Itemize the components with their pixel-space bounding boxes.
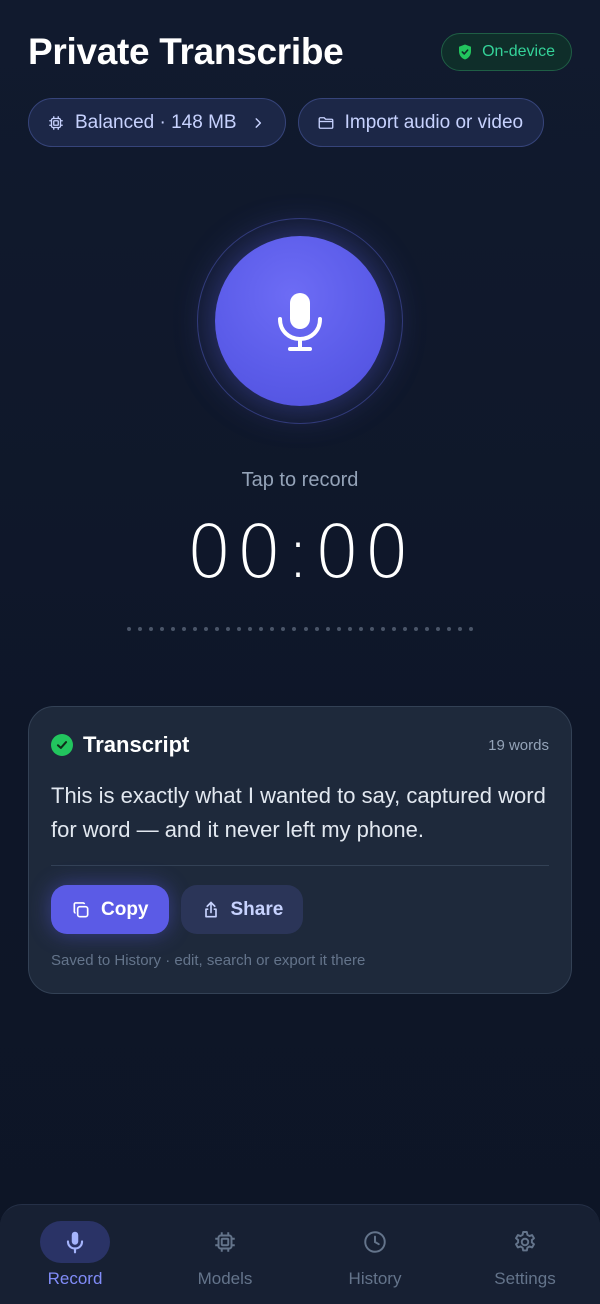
copy-label: Copy: [101, 898, 149, 920]
chip-icon: [49, 115, 63, 130]
waveform-dot: [215, 627, 220, 631]
share-button[interactable]: Share: [180, 885, 304, 934]
nav-item-models[interactable]: Models: [165, 1221, 285, 1289]
record-timer: 00:00: [186, 510, 414, 594]
shield-check-icon: [459, 44, 472, 60]
waveform-dot: [204, 627, 209, 631]
transcript-text[interactable]: This is exactly what I wanted to say, ca…: [51, 779, 549, 847]
nav-label-history: History: [348, 1269, 402, 1288]
bottom-nav: Record Models History Settings: [0, 1204, 600, 1304]
import-chip-label: Import audio or video: [344, 111, 524, 133]
waveform-dot: [435, 627, 440, 631]
share-icon: [204, 901, 217, 917]
saved-note: Saved to History · edit, search or expor…: [51, 952, 366, 969]
waveform-dot: [424, 627, 429, 631]
transcript-card: Transcript 19 words This is exactly what…: [28, 706, 572, 994]
waveform-dot: [160, 627, 165, 631]
waveform-dot: [413, 627, 418, 631]
nav-icon-wrap: [190, 1221, 260, 1263]
waveform-dot: [303, 627, 308, 631]
folder-icon: [318, 116, 334, 129]
nav-icon-wrap: [340, 1221, 410, 1263]
nav-label-models: Models: [197, 1269, 253, 1288]
waveform-dot: [226, 627, 231, 631]
waveform-dot: [468, 627, 473, 631]
nav-item-record[interactable]: Record: [15, 1221, 135, 1289]
waveform-dot: [248, 627, 253, 631]
nav-item-settings[interactable]: Settings: [465, 1221, 585, 1289]
waveform-dot: [281, 627, 286, 631]
waveform-dot: [446, 627, 451, 631]
header: Private Transcribe On-device: [28, 30, 572, 74]
nav-label-record: Record: [47, 1269, 103, 1288]
waveform-dot: [259, 627, 264, 631]
transcript-header: Transcript 19 words: [51, 731, 549, 759]
model-chip[interactable]: Balanced · 148 MB: [28, 98, 286, 147]
record-hint: Tap to record: [241, 469, 359, 491]
mic-ring: [197, 218, 403, 424]
import-chip[interactable]: Import audio or video: [297, 98, 545, 147]
badge-label: On-device: [482, 43, 555, 60]
waveform-dot: [193, 627, 198, 631]
waveform-dot: [402, 627, 407, 631]
transcript-title-wrap: Transcript: [51, 732, 189, 758]
divider: [51, 865, 549, 866]
model-chip-label: Balanced · 148 MB: [75, 111, 237, 133]
waveform-dot: [138, 627, 143, 631]
mic-icon: [278, 293, 322, 351]
waveform-dot: [347, 627, 352, 631]
waveform-dot: [336, 627, 341, 631]
chevron-right-icon: [255, 117, 261, 128]
nav-label-settings: Settings: [494, 1269, 556, 1288]
waveform-dot: [457, 627, 462, 631]
waveform-dot: [325, 627, 330, 631]
chip-row: Balanced · 148 MB Import audio or video: [28, 98, 545, 147]
waveform-dot: [369, 627, 374, 631]
nav-item-history[interactable]: History: [315, 1221, 435, 1289]
waveform-dot: [270, 627, 275, 631]
gear-icon: [515, 1231, 535, 1252]
mic-icon: [66, 1231, 84, 1254]
waveform-dot: [237, 627, 242, 631]
waveform-dot: [127, 627, 131, 631]
nav-icon-wrap: [490, 1221, 560, 1263]
nav-icon-wrap: [40, 1221, 110, 1263]
waveform-dot: [391, 627, 396, 631]
on-device-badge: On-device: [441, 33, 572, 71]
copy-icon: [73, 901, 89, 917]
clock-icon: [364, 1231, 386, 1253]
app-title: Private Transcribe: [28, 31, 344, 72]
waveform-dot: [182, 627, 187, 631]
waveform-dot: [380, 627, 385, 631]
waveform-dot: [314, 627, 319, 631]
record-button[interactable]: [215, 236, 385, 406]
waveform-dot: [171, 627, 176, 631]
word-count: 19 words: [488, 736, 549, 754]
waveform: [127, 626, 473, 632]
waveform-dot: [149, 627, 154, 631]
transcript-actions: Copy Share: [51, 885, 549, 934]
waveform-dot: [358, 627, 363, 631]
transcript-title: Transcript: [83, 732, 190, 757]
copy-button[interactable]: Copy: [51, 885, 169, 934]
chip-icon: [215, 1232, 235, 1252]
check-circle-icon: [51, 734, 73, 756]
share-label: Share: [230, 898, 284, 920]
waveform-dot: [292, 627, 297, 631]
